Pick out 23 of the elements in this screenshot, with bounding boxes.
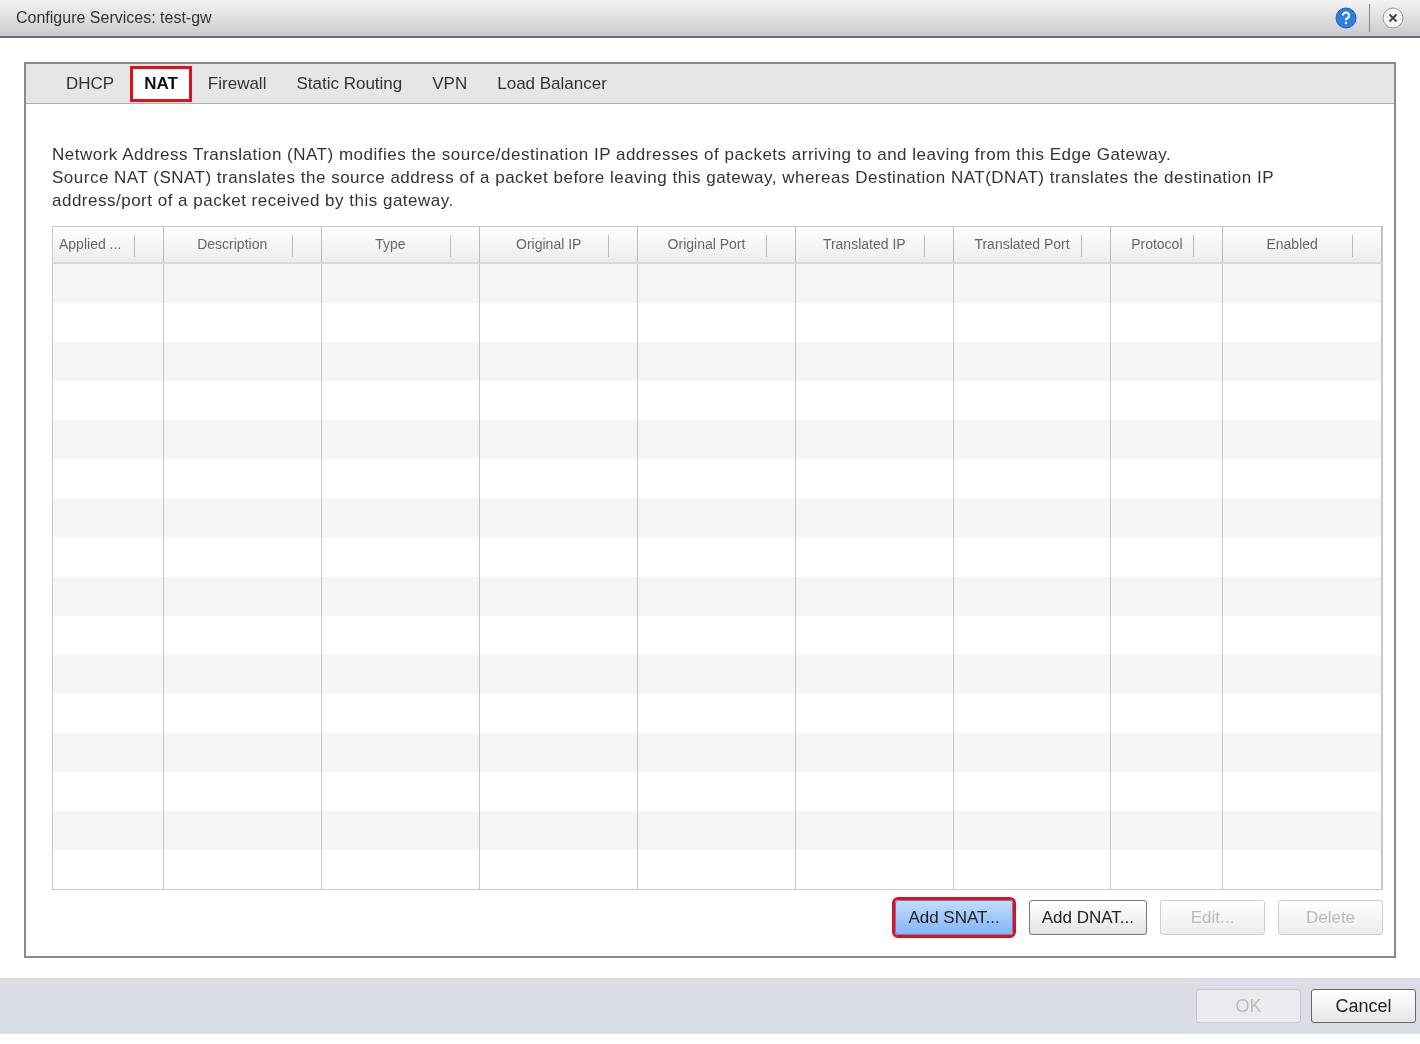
description-text: Source NAT (SNAT) translates the source address of a packet before leaving this gateway, whereas Destination NAT(DNAT) translates the destination IP address/port of a packet received by this gateway. xyxy=(52,167,1275,212)
tab[interactable]: DHCP xyxy=(52,65,129,102)
column-header[interactable]: Description xyxy=(197,234,268,255)
help-icon[interactable] xyxy=(1335,7,1357,29)
column-header[interactable]: Translated IP xyxy=(822,234,906,255)
column-header[interactable]: Type xyxy=(375,234,406,255)
column-header[interactable]: Original IP xyxy=(516,234,582,255)
column-header[interactable]: Protocol xyxy=(1131,234,1183,255)
tab[interactable]: VPN xyxy=(418,65,482,102)
close-icon[interactable] xyxy=(1382,7,1404,29)
tab[interactable]: Firewall xyxy=(193,65,281,102)
column-header[interactable]: Applied ... xyxy=(59,234,122,255)
window-title: Configure Services: test-gw xyxy=(16,8,212,28)
action-button[interactable]: Add DNAT... xyxy=(1028,900,1147,935)
footer-button[interactable]: Cancel xyxy=(1311,989,1416,1023)
column-header[interactable]: Enabled xyxy=(1266,234,1318,255)
action-button[interactable]: Add SNAT... xyxy=(895,900,1013,935)
tab[interactable]: NAT xyxy=(130,65,192,102)
column-header[interactable]: Original Port xyxy=(667,234,746,255)
tab[interactable]: Load Balancer xyxy=(483,65,621,102)
tab[interactable]: Static Routing xyxy=(282,65,417,102)
column-header[interactable]: Translated Port xyxy=(974,234,1070,255)
description-text: Network Address Translation (NAT) modifies the source/destination IP addresses of packets arriving to and leaving from this Edge Gateway. xyxy=(52,144,1173,166)
